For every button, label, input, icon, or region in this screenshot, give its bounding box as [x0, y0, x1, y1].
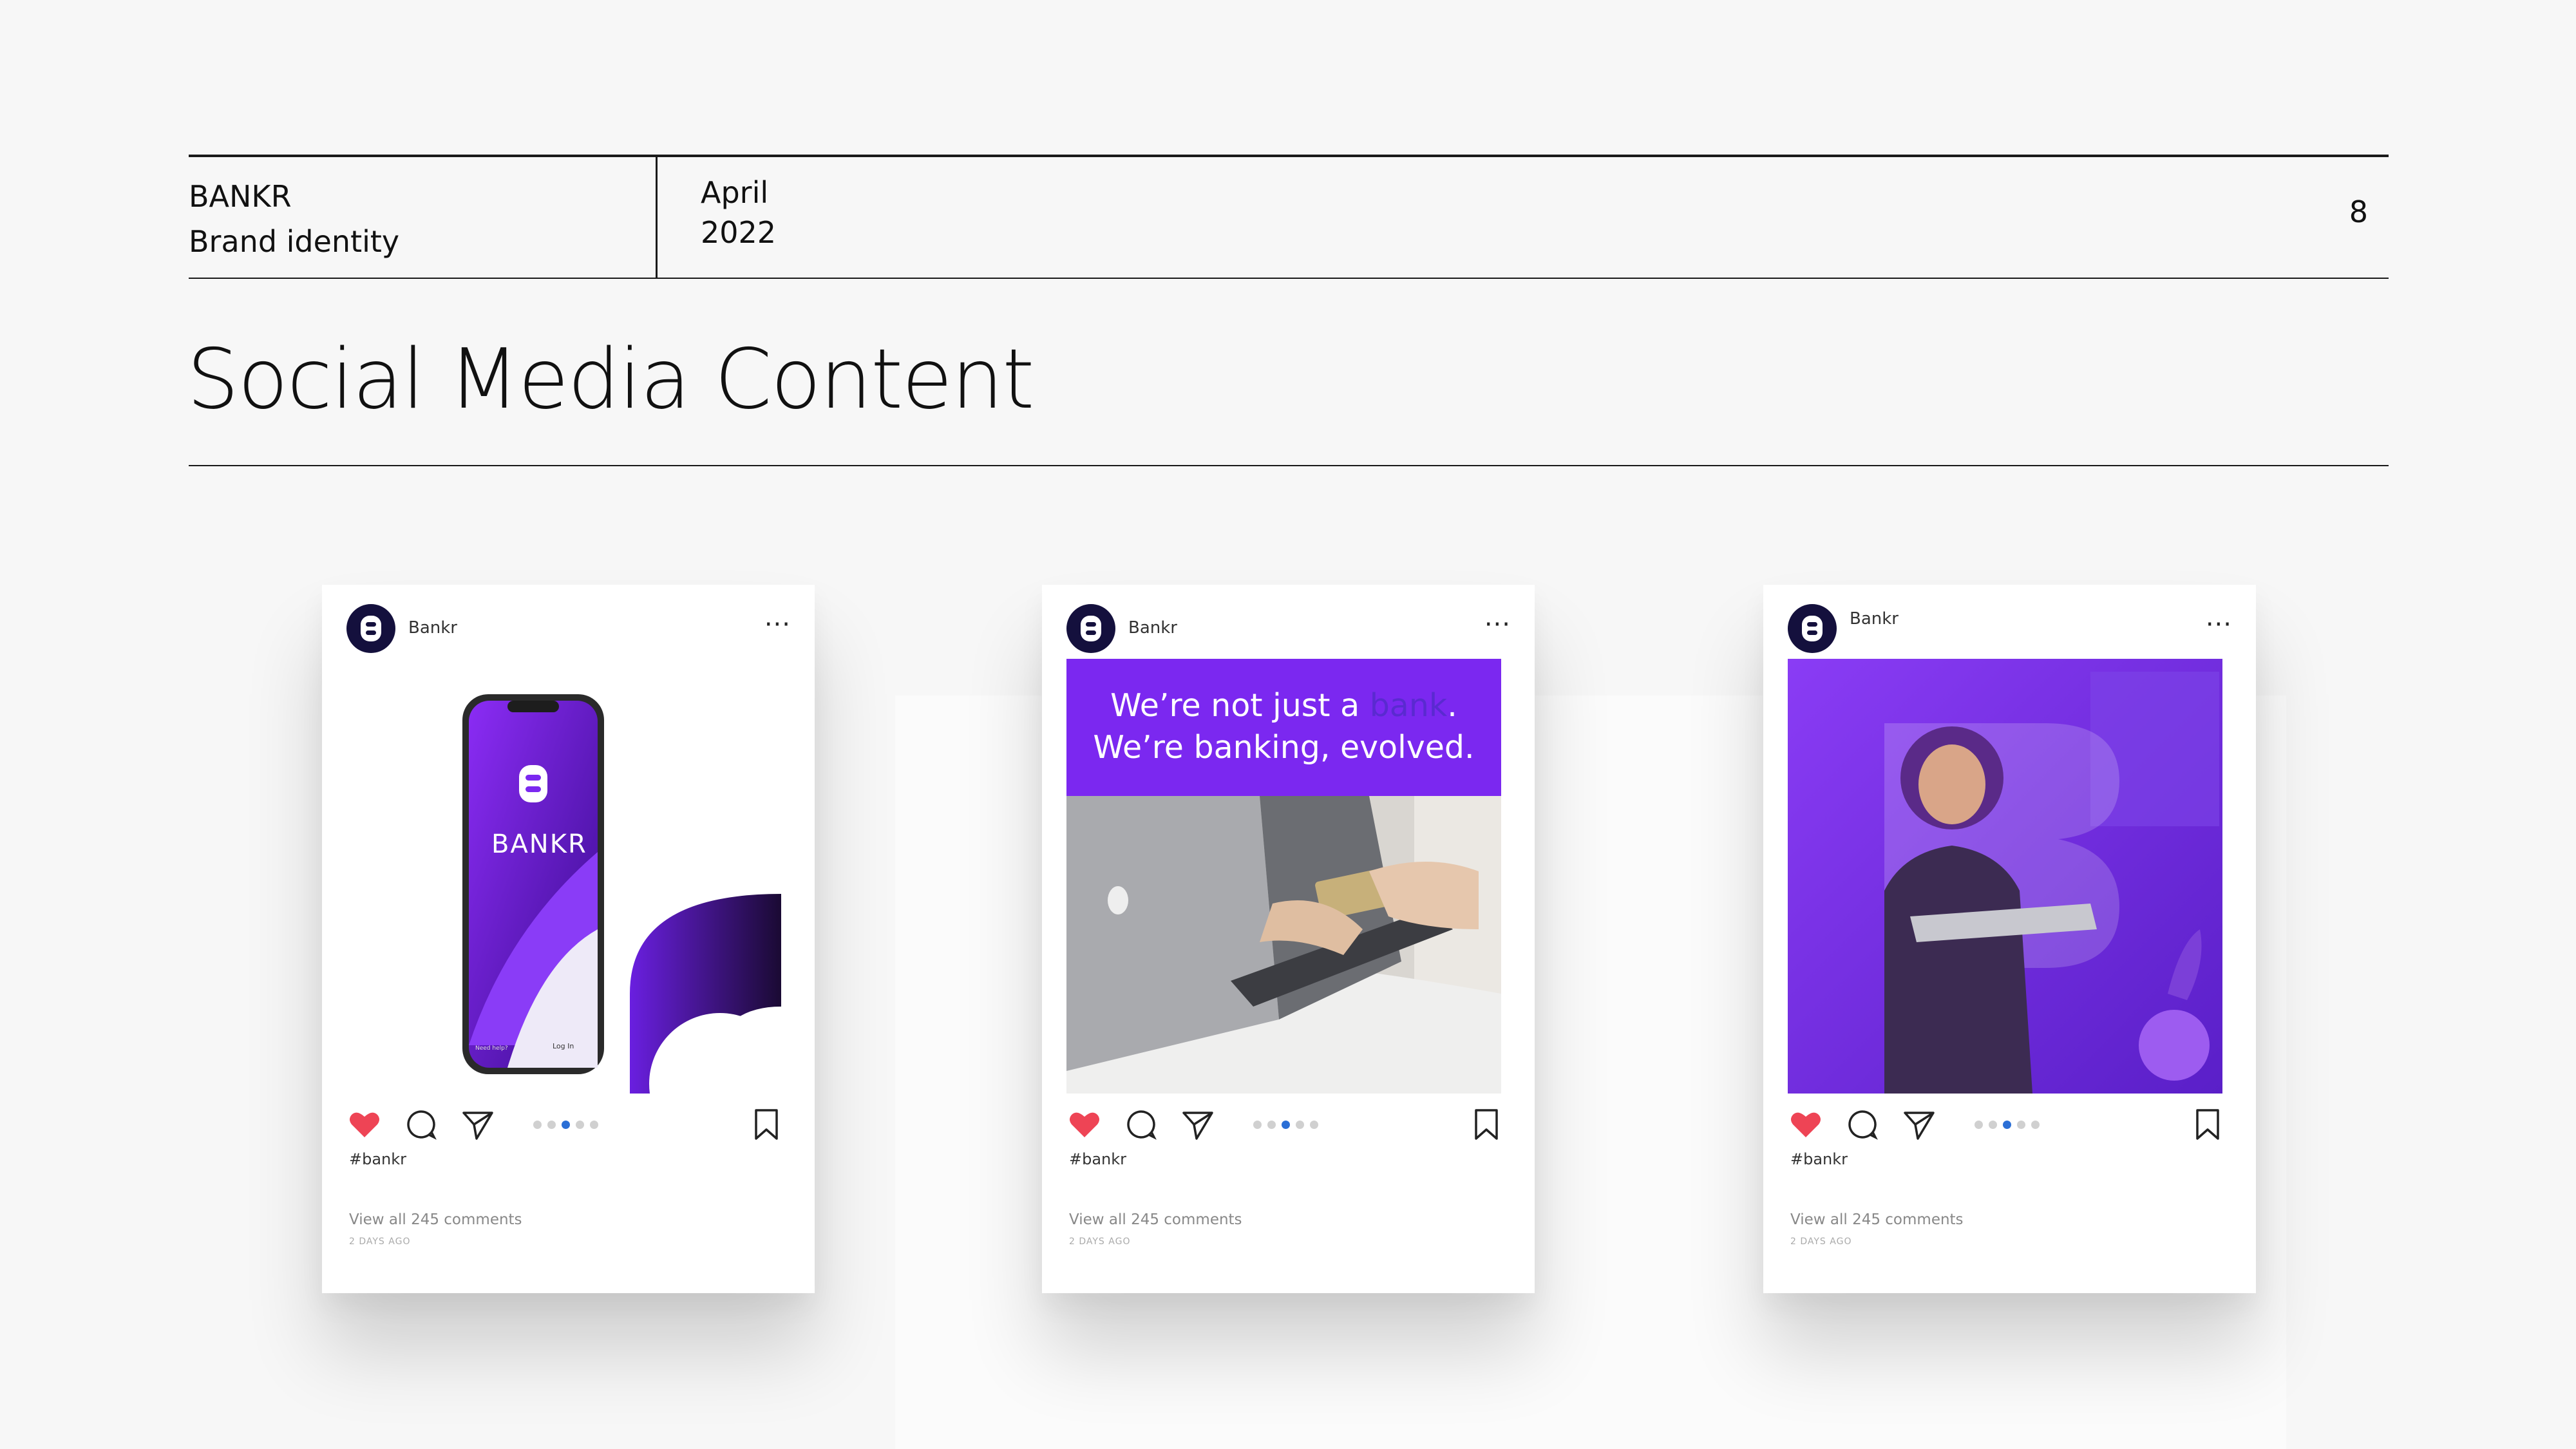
- post-card-2: Bankr ··· We’re not just a bank. We’re b…: [1042, 585, 1535, 1293]
- share-icon[interactable]: [460, 1106, 496, 1142]
- post-header: Bankr ···: [346, 604, 791, 653]
- avatar[interactable]: [1066, 604, 1115, 653]
- phone-wordmark: BANKR: [491, 829, 587, 859]
- title-rule: [189, 465, 2389, 466]
- carousel-dot: [1267, 1121, 1276, 1129]
- brand-name: BANKR: [189, 179, 292, 214]
- more-icon[interactable]: ···: [1484, 612, 1511, 638]
- promo-text-part: We’re not just a: [1110, 687, 1370, 724]
- phone-help-label: Need help?: [475, 1045, 508, 1052]
- hashtag[interactable]: #bankr: [349, 1150, 406, 1168]
- date-year: 2022: [701, 215, 777, 250]
- username[interactable]: Bankr: [408, 618, 457, 638]
- bookmark-icon[interactable]: [748, 1106, 784, 1142]
- post-timestamp: 2 DAYS AGO: [1790, 1236, 1852, 1247]
- post-timestamp: 2 DAYS AGO: [349, 1236, 411, 1247]
- carousel-dot: [590, 1121, 598, 1129]
- phone-login-label: Log In: [553, 1042, 574, 1050]
- avatar[interactable]: [1788, 604, 1837, 653]
- username[interactable]: Bankr: [1850, 609, 1899, 629]
- carousel-dot: [1975, 1121, 1983, 1129]
- date-month: April: [701, 175, 769, 210]
- post-image: We’re not just a bank. We’re banking, ev…: [1066, 659, 1501, 1094]
- carousel-dot: [1296, 1121, 1304, 1129]
- header-bottom-rule: [189, 278, 2389, 279]
- brand-block: BANKR Brand identity: [189, 174, 399, 264]
- page-number: 8: [2349, 194, 2368, 229]
- bankr-logo-icon: [1802, 616, 1823, 641]
- share-icon[interactable]: [1180, 1106, 1216, 1142]
- heart-icon[interactable]: [1066, 1106, 1103, 1142]
- page-title: Social Media Content: [187, 332, 1034, 428]
- woman-laptop-photo: [1788, 659, 2222, 1094]
- post-image: BANKR Log In Need help?: [346, 659, 781, 1094]
- carousel-dot: [1310, 1121, 1318, 1129]
- carousel-dot-active: [1282, 1121, 1290, 1129]
- bookmark-icon[interactable]: [1468, 1106, 1504, 1142]
- post-timestamp: 2 DAYS AGO: [1069, 1236, 1131, 1247]
- carousel-dot-active: [562, 1121, 570, 1129]
- view-comments-link[interactable]: View all 245 comments: [349, 1211, 522, 1228]
- post-card-3: Bankr ··· #bankr View all 245 comments 2…: [1763, 585, 2256, 1293]
- carousel-dot: [1989, 1121, 1997, 1129]
- share-icon[interactable]: [1901, 1106, 1937, 1142]
- hashtag[interactable]: #bankr: [1790, 1150, 1848, 1168]
- more-icon[interactable]: ···: [2206, 612, 2232, 638]
- post-actions: [1066, 1106, 1511, 1145]
- carousel-dot: [533, 1121, 542, 1129]
- promo-banner: We’re not just a bank. We’re banking, ev…: [1066, 659, 1501, 796]
- username[interactable]: Bankr: [1128, 618, 1177, 638]
- post-header: Bankr ···: [1788, 604, 2232, 653]
- avatar[interactable]: [346, 604, 395, 653]
- post-actions: [346, 1106, 791, 1145]
- carousel-dot: [2031, 1121, 2040, 1129]
- brand-subtitle: Brand identity: [189, 224, 400, 259]
- post-card-1: Bankr ··· BANKR Log In Need help? #bankr…: [322, 585, 815, 1293]
- date-block: April 2022: [701, 173, 776, 252]
- carousel-dot-active: [2003, 1121, 2011, 1129]
- view-comments-link[interactable]: View all 245 comments: [1069, 1211, 1242, 1228]
- more-icon[interactable]: ···: [764, 612, 791, 638]
- heart-icon[interactable]: [1788, 1106, 1824, 1142]
- header-divider: [656, 155, 658, 278]
- carousel-dot: [1253, 1121, 1262, 1129]
- post-actions: [1788, 1106, 2232, 1145]
- carousel-dot: [576, 1121, 584, 1129]
- promo-headline: We’re not just a bank. We’re banking, ev…: [1066, 685, 1501, 768]
- phone-mockup-illustration: [462, 694, 781, 1094]
- carousel-dot: [547, 1121, 556, 1129]
- comment-icon[interactable]: [1844, 1106, 1880, 1142]
- bankr-logo-icon: [361, 616, 381, 641]
- post-image: [1788, 659, 2222, 1094]
- view-comments-link[interactable]: View all 245 comments: [1790, 1211, 1964, 1228]
- hashtag[interactable]: #bankr: [1069, 1150, 1126, 1168]
- promo-text-highlight: bank: [1369, 687, 1448, 724]
- carousel-dot: [2017, 1121, 2025, 1129]
- header-meta: BANKR Brand identity April 2022 8: [189, 155, 2389, 278]
- post-header: Bankr ···: [1066, 604, 1511, 653]
- comment-icon[interactable]: [403, 1106, 439, 1142]
- bankr-logo-icon: [1081, 616, 1101, 641]
- heart-icon[interactable]: [346, 1106, 383, 1142]
- bookmark-icon[interactable]: [2190, 1106, 2226, 1142]
- comment-icon[interactable]: [1123, 1106, 1159, 1142]
